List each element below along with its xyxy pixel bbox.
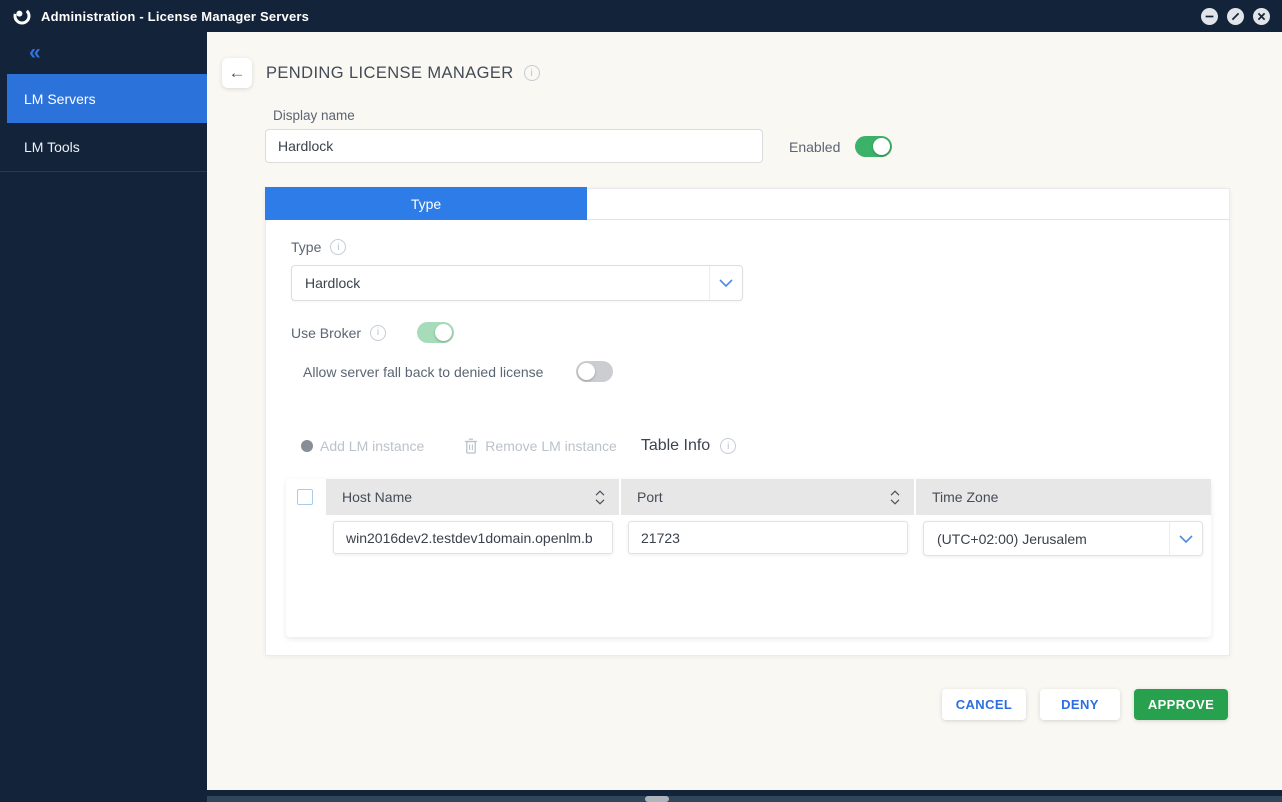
scrollbar-thumb[interactable]: [645, 796, 669, 802]
chevron-double-left-icon: «: [29, 41, 39, 65]
remove-lm-instance-button[interactable]: Remove LM instance: [464, 438, 617, 454]
tab-panel: Type Type i Hardlock Use Broker i: [265, 188, 1230, 656]
close-icon[interactable]: [1253, 8, 1270, 25]
port-input[interactable]: [628, 521, 908, 554]
display-name-input[interactable]: [265, 129, 763, 163]
sidebar-item-lm-servers[interactable]: LM Servers: [7, 74, 207, 123]
sidebar-nav: LM Servers LM Tools: [0, 74, 207, 172]
column-header-port[interactable]: Port: [621, 479, 914, 515]
host-name-input[interactable]: [333, 521, 613, 554]
type-select-value: Hardlock: [292, 275, 709, 291]
block-icon[interactable]: [1227, 8, 1244, 25]
toggle-knob: [435, 324, 452, 341]
chevron-down-icon: [719, 279, 733, 287]
app-logo-icon: [12, 6, 32, 26]
timezone-select-value: (UTC+02:00) Jerusalem: [924, 531, 1169, 547]
enabled-label: Enabled: [789, 139, 840, 155]
chevron-down-icon: [1179, 535, 1193, 543]
minimize-icon[interactable]: [1201, 8, 1218, 25]
window-title: Administration - License Manager Servers: [41, 9, 309, 24]
page-title: PENDING LICENSE MANAGER: [266, 64, 514, 83]
table-toolbar: Add LM instance Remove LM instance Table…: [301, 437, 736, 455]
type-select[interactable]: Hardlock: [291, 265, 743, 301]
use-broker-label: Use Broker: [291, 325, 361, 341]
sidebar-item-label: LM Servers: [24, 91, 96, 107]
column-label: Host Name: [342, 489, 595, 505]
sidebar-item-lm-tools[interactable]: LM Tools: [0, 123, 207, 172]
fallback-row: Allow server fall back to denied license: [303, 361, 613, 382]
timezone-select[interactable]: (UTC+02:00) Jerusalem: [923, 521, 1203, 556]
page-header: ← PENDING LICENSE MANAGER i: [222, 58, 540, 88]
tab-type[interactable]: Type: [265, 187, 587, 220]
back-button[interactable]: ←: [222, 58, 252, 88]
approve-button[interactable]: APPROVE: [1134, 689, 1228, 720]
use-broker-row: Use Broker i: [291, 322, 454, 343]
toggle-knob: [578, 363, 595, 380]
page-title-info-icon[interactable]: i: [524, 65, 540, 81]
fallback-label: Allow server fall back to denied license: [303, 364, 543, 380]
table-info-group: Table Info i: [641, 437, 736, 455]
sort-icon: [890, 490, 900, 505]
type-info-icon[interactable]: i: [330, 239, 346, 255]
footer-actions: CANCEL DENY APPROVE: [942, 689, 1228, 720]
type-label-row: Type i: [291, 239, 346, 255]
use-broker-toggle[interactable]: [417, 322, 454, 343]
sort-icon: [595, 490, 605, 505]
enabled-group: Enabled: [789, 136, 892, 157]
app-window: Administration - License Manager Servers…: [0, 0, 1282, 802]
select-all-checkbox[interactable]: [297, 489, 313, 505]
fallback-toggle[interactable]: [576, 361, 613, 382]
window-controls: [1201, 8, 1270, 25]
sidebar-item-label: LM Tools: [24, 139, 80, 155]
select-caret: [1169, 522, 1202, 555]
cancel-button[interactable]: CANCEL: [942, 689, 1026, 720]
titlebar: Administration - License Manager Servers: [0, 0, 1282, 32]
trash-icon: [464, 438, 478, 454]
column-label: Port: [637, 489, 890, 505]
toggle-knob: [873, 138, 890, 155]
collapse-sidebar-button[interactable]: «: [0, 32, 207, 74]
add-lm-instance-button[interactable]: Add LM instance: [301, 438, 424, 454]
add-lm-instance-label: Add LM instance: [320, 438, 424, 454]
deny-button[interactable]: DENY: [1040, 689, 1120, 720]
lm-instances-table: Host Name Port Time: [286, 479, 1211, 637]
table-info-icon[interactable]: i: [720, 438, 736, 454]
column-header-host-name[interactable]: Host Name: [326, 479, 619, 515]
back-arrow-icon: ←: [229, 59, 246, 87]
display-name-label: Display name: [273, 108, 355, 123]
column-label: Time Zone: [932, 489, 1197, 505]
enabled-toggle[interactable]: [855, 136, 892, 157]
select-caret: [709, 266, 742, 300]
sidebar: « LM Servers LM Tools: [0, 32, 207, 790]
column-header-time-zone[interactable]: Time Zone: [916, 479, 1211, 515]
table-header: Host Name Port Time: [326, 479, 1211, 515]
table-info-label: Table Info: [641, 437, 710, 455]
remove-lm-instance-label: Remove LM instance: [485, 438, 617, 454]
bottom-strip: [0, 790, 1282, 802]
tab-bar: Type: [266, 189, 1229, 220]
type-label: Type: [291, 239, 321, 255]
horizontal-scrollbar[interactable]: [207, 796, 1282, 802]
tab-label: Type: [411, 196, 441, 212]
add-circle-icon: [301, 440, 313, 452]
main-content: ← PENDING LICENSE MANAGER i Display name…: [207, 32, 1282, 790]
use-broker-info-icon[interactable]: i: [370, 325, 386, 341]
